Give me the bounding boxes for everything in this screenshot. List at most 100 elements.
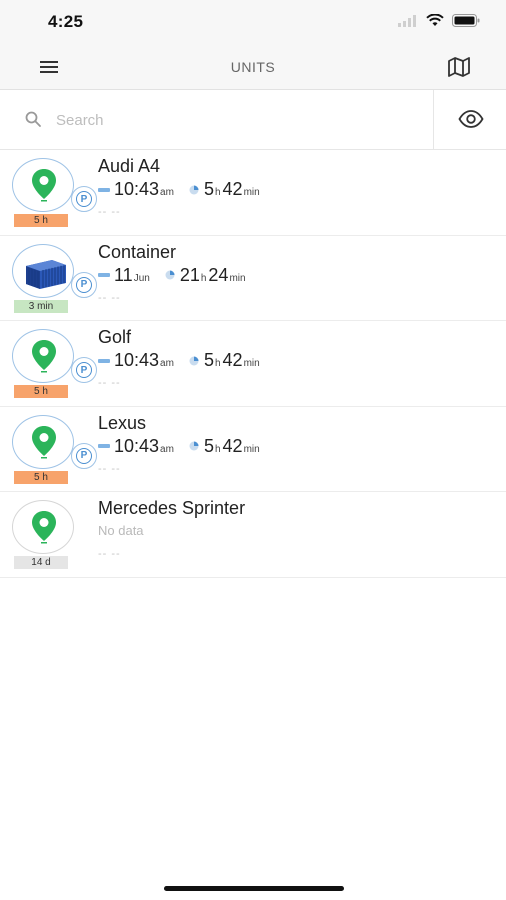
duration-hours-unit: h [200, 272, 207, 284]
unit-metrics: 10:43 am 5 h 42 min [98, 350, 274, 371]
duration-minutes: 42 [222, 350, 243, 370]
unit-extra: -- -- [98, 291, 121, 304]
map-icon [448, 57, 470, 77]
unit-name: Mercedes Sprinter [98, 498, 246, 518]
age-badge: 14 d [14, 556, 68, 569]
duration-hours: 21 [179, 264, 200, 285]
map-pin-icon [32, 340, 56, 373]
parked-time-icon [98, 187, 110, 192]
unit-extra: -- -- [98, 462, 121, 475]
shipping-container-icon [26, 259, 66, 289]
unit-name: Container [98, 241, 177, 262]
status-bar: 4:25 [0, 0, 506, 44]
unit-list: P 5 h Audi A4 10:43 am 5 h 42 min -- -- [0, 150, 506, 578]
duration: 5 h 42 min [188, 179, 262, 200]
unit-name: Golf [98, 327, 132, 347]
status-icons [398, 14, 480, 27]
parking-icon: P [76, 191, 92, 207]
time-unit: Jun [133, 272, 150, 284]
duration-minutes-unit: min [229, 272, 246, 284]
unit-avatar: P [12, 158, 97, 212]
unit-extra: -- -- [98, 377, 121, 389]
last-update: 10:43 am [98, 436, 176, 457]
unit-metrics: 11 Jun 21 h 24 min [98, 265, 260, 286]
duration-hours-unit: h [214, 358, 221, 369]
duration: 5 h 42 min [188, 350, 262, 371]
time-unit: am [160, 187, 174, 198]
eye-icon [458, 110, 484, 128]
clock-icon [189, 356, 199, 365]
wifi-icon [426, 14, 444, 26]
unit-name: Audi A4 [98, 156, 161, 176]
parking-icon: P [76, 362, 92, 378]
visibility-toggle-button[interactable] [433, 90, 506, 150]
clock-icon [189, 185, 199, 194]
time-value: 10:43 [114, 435, 160, 456]
last-update: 11 Jun [98, 265, 152, 286]
parking-badge: P [71, 442, 97, 469]
duration-minutes-unit: min [243, 187, 260, 198]
unit-row-container[interactable]: P 3 min Container 11 Jun 21 h 24 min -- … [0, 236, 506, 321]
last-update: 10:43 am [98, 179, 176, 200]
time-value: 10:43 [114, 179, 160, 199]
time-value: 10:43 [114, 350, 160, 370]
time-unit: am [160, 358, 174, 369]
unit-metrics: 10:43 am 5 h 42 min [98, 179, 274, 200]
duration-minutes-unit: min [243, 443, 260, 455]
parking-badge: P [71, 271, 97, 298]
duration-hours-unit: h [214, 187, 221, 198]
duration-minutes: 42 [222, 179, 243, 199]
parked-time-icon [98, 358, 110, 363]
duration: 5 h 42 min [188, 436, 262, 457]
unit-row-lexus[interactable]: P 5 h Lexus 10:43 am 5 h 42 min -- -- [0, 407, 506, 492]
duration-hours: 5 [203, 179, 214, 199]
time-value: 11 [114, 264, 133, 285]
map-button[interactable] [446, 56, 472, 78]
map-pin-icon [32, 425, 56, 458]
unit-row-golf[interactable]: P 5 h Golf 10:43 am 5 h 42 min -- -- [0, 321, 506, 407]
cellular-signal-icon [398, 14, 416, 27]
unit-row-mercedes-sprinter[interactable]: 14 d Mercedes Sprinter No data -- -- [0, 492, 506, 578]
unit-extra: -- -- [98, 548, 121, 560]
parked-time-icon [98, 273, 110, 277]
duration-minutes-unit: min [243, 358, 260, 369]
age-badge: 3 min [14, 299, 68, 313]
unit-avatar: P [12, 329, 97, 383]
duration-minutes: 24 [208, 264, 229, 285]
unit-metrics: 10:43 am 5 h 42 min [98, 436, 274, 457]
duration-hours-unit: h [214, 443, 221, 455]
unit-extra: -- -- [98, 206, 121, 218]
parking-badge: P [71, 357, 97, 383]
unit-avatar [12, 500, 74, 554]
unit-name: Lexus [98, 412, 147, 433]
nav-bar: UNITS [0, 44, 506, 90]
map-pin-icon [32, 511, 56, 544]
map-pin-icon [32, 169, 56, 202]
no-data-label: No data [98, 523, 144, 538]
duration: 21 h 24 min [164, 265, 248, 286]
duration-minutes: 42 [222, 435, 243, 456]
last-update: 10:43 am [98, 350, 176, 371]
search-input[interactable] [56, 108, 416, 132]
unit-avatar: P [12, 414, 97, 469]
clock-icon [165, 270, 175, 280]
parked-time-icon [98, 444, 110, 448]
status-time: 4:25 [48, 12, 84, 31]
age-badge: 5 h [14, 470, 68, 484]
page-title: UNITS [230, 59, 276, 75]
duration-hours: 5 [203, 435, 214, 456]
age-badge: 5 h [14, 214, 68, 227]
clock-icon [189, 441, 199, 451]
age-badge: 5 h [14, 385, 68, 398]
time-unit: am [160, 443, 174, 455]
parking-icon: P [76, 276, 92, 293]
unit-avatar: P [12, 243, 97, 298]
parking-badge: P [71, 186, 97, 212]
home-indicator[interactable] [164, 886, 344, 891]
search-icon [25, 111, 41, 127]
battery-icon [452, 14, 480, 27]
duration-hours: 5 [203, 350, 214, 370]
unit-row-audi-a4[interactable]: P 5 h Audi A4 10:43 am 5 h 42 min -- -- [0, 150, 506, 236]
parking-icon: P [76, 447, 92, 464]
search-bar [0, 90, 506, 150]
